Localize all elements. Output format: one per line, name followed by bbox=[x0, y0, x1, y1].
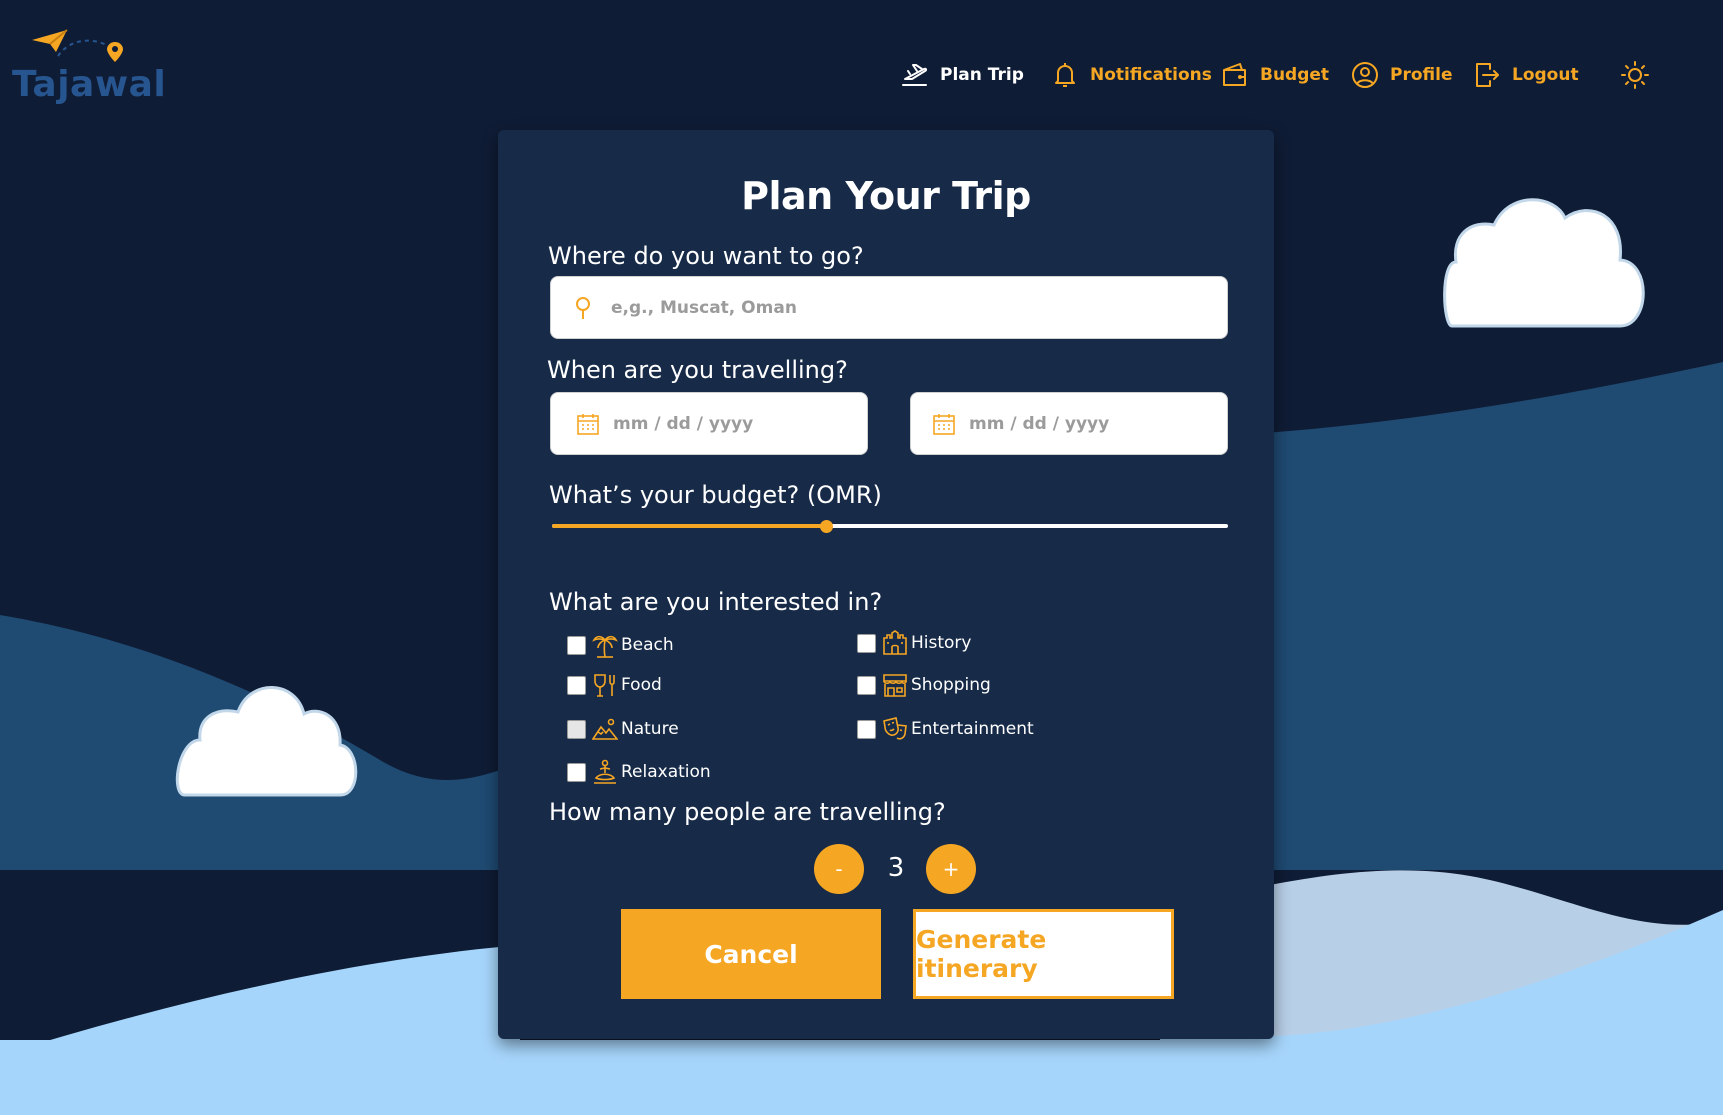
nav-plan-trip[interactable]: Plan Trip bbox=[900, 58, 1024, 92]
nav-notifications-label: Notifications bbox=[1090, 65, 1212, 85]
budget-slider[interactable] bbox=[552, 520, 1228, 533]
interest-label: Shopping bbox=[911, 675, 991, 695]
nav-profile[interactable]: Profile bbox=[1350, 58, 1452, 92]
mountain-icon bbox=[592, 718, 618, 740]
checkbox[interactable] bbox=[857, 633, 876, 653]
nav-budget[interactable]: Budget bbox=[1220, 58, 1329, 92]
nav-notifications[interactable]: Notifications bbox=[1050, 58, 1212, 92]
interest-label: Entertainment bbox=[911, 719, 1034, 739]
page-title: Plan Your Trip bbox=[741, 174, 1031, 218]
travellers-count: 3 bbox=[887, 853, 905, 883]
interest-label: History bbox=[911, 633, 972, 653]
start-date-input[interactable]: mm / dd / yyyy bbox=[550, 392, 868, 455]
top-nav: Plan Trip Notifications Budget Profile L… bbox=[0, 58, 1723, 92]
user-circle-icon bbox=[1352, 62, 1378, 88]
end-date-input[interactable]: mm / dd / yyyy bbox=[910, 392, 1228, 455]
interest-label: Relaxation bbox=[621, 762, 711, 782]
theme-toggle[interactable] bbox=[1620, 58, 1650, 92]
sun-icon bbox=[1621, 61, 1649, 89]
nav-logout[interactable]: Logout bbox=[1472, 58, 1579, 92]
travellers-label: How many people are travelling? bbox=[549, 798, 946, 826]
nav-plan-trip-label: Plan Trip bbox=[940, 65, 1024, 85]
theater-masks-icon bbox=[883, 717, 907, 740]
end-date-placeholder: mm / dd / yyyy bbox=[969, 413, 1110, 434]
logout-icon bbox=[1476, 63, 1499, 87]
checkbox[interactable] bbox=[567, 719, 586, 739]
checkbox[interactable] bbox=[567, 762, 586, 782]
interest-label: Beach bbox=[621, 635, 674, 655]
nav-logout-label: Logout bbox=[1512, 65, 1579, 85]
calendar-icon bbox=[577, 413, 599, 435]
interest-shopping[interactable]: Shopping bbox=[857, 672, 991, 698]
interest-nature[interactable]: Nature bbox=[567, 716, 679, 742]
interest-label: Nature bbox=[621, 719, 679, 739]
slider-knob[interactable] bbox=[820, 520, 833, 533]
interest-relaxation[interactable]: Relaxation bbox=[567, 759, 711, 785]
food-icon bbox=[594, 674, 615, 697]
wallet-icon bbox=[1223, 63, 1246, 86]
cancel-button[interactable]: Cancel bbox=[621, 909, 881, 999]
interest-food[interactable]: Food bbox=[567, 672, 662, 698]
interest-history[interactable]: History bbox=[857, 630, 971, 656]
nav-profile-label: Profile bbox=[1390, 65, 1453, 85]
bell-icon bbox=[1055, 63, 1075, 87]
interest-label: Food bbox=[621, 675, 662, 695]
castle-icon bbox=[883, 630, 907, 655]
increase-travellers-button[interactable]: + bbox=[926, 844, 976, 894]
nav-budget-label: Budget bbox=[1260, 65, 1330, 85]
interest-beach[interactable]: Beach bbox=[567, 632, 674, 658]
decrease-travellers-button[interactable]: - bbox=[814, 844, 864, 894]
dates-label: When are you travelling? bbox=[547, 356, 848, 384]
budget-label: What’s your budget? (OMR) bbox=[549, 481, 882, 509]
checkbox[interactable] bbox=[567, 675, 586, 695]
destination-input[interactable]: e,g., Muscat, Oman bbox=[550, 276, 1228, 339]
slider-fill bbox=[552, 524, 826, 528]
checkbox[interactable] bbox=[567, 635, 586, 655]
destination-label: Where do you want to go? bbox=[548, 242, 864, 270]
interests-label: What are you interested in? bbox=[549, 588, 883, 616]
checkbox[interactable] bbox=[857, 675, 876, 695]
start-date-placeholder: mm / dd / yyyy bbox=[613, 413, 754, 434]
airplane-takeoff-icon bbox=[902, 64, 928, 86]
generate-itinerary-button[interactable]: Generate itinerary bbox=[913, 909, 1174, 999]
checkbox[interactable] bbox=[857, 719, 876, 739]
meditation-icon bbox=[594, 759, 616, 784]
interest-entertainment[interactable]: Entertainment bbox=[857, 716, 1034, 742]
map-pin-icon bbox=[576, 296, 590, 319]
palm-tree-icon bbox=[592, 635, 618, 658]
destination-placeholder: e,g., Muscat, Oman bbox=[611, 297, 797, 318]
calendar-icon bbox=[933, 413, 955, 435]
store-icon bbox=[883, 674, 907, 697]
